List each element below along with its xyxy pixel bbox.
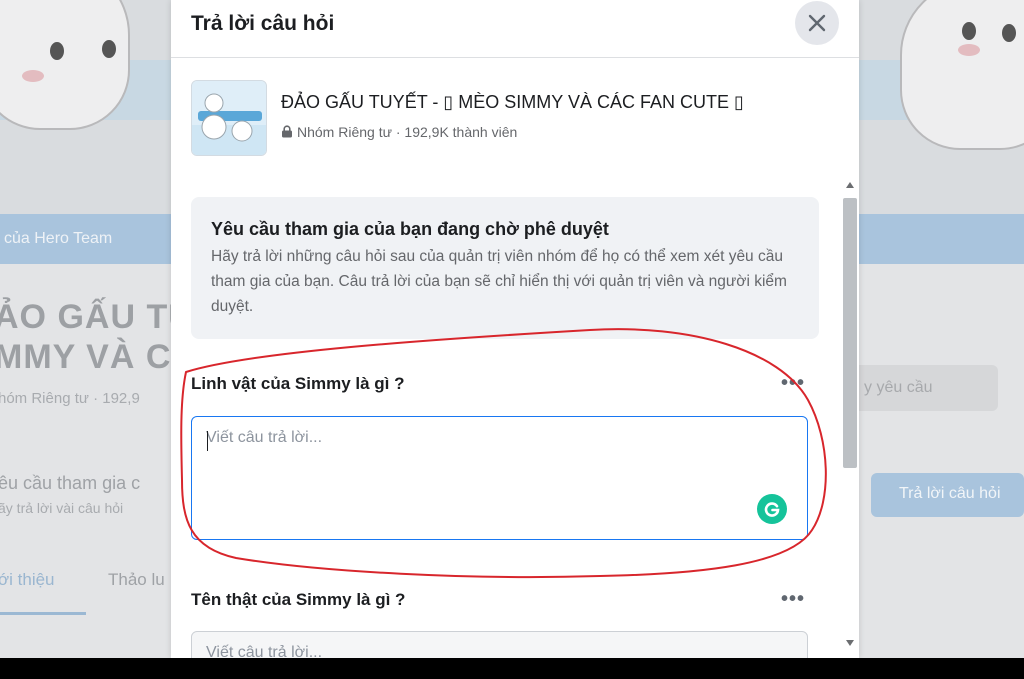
question-1-answer-input[interactable]: [192, 417, 807, 539]
group-privacy-members: Nhóm Riêng tư · 192,9K thành viên: [297, 124, 518, 140]
bg-tab-about: ới thiệu: [0, 570, 55, 589]
bg-request-sub: ãy trả lời vài câu hỏi: [0, 500, 124, 516]
bg-field-right: y yêu cầu: [852, 365, 998, 411]
bg-group-meta: hóm Riêng tư · 192,9: [0, 390, 140, 407]
bottom-black-bar: [0, 658, 1024, 679]
question-2-answer-box: [191, 631, 808, 658]
bg-tab-indicator: [0, 612, 86, 615]
pending-approval-notice: Yêu cầu tham gia của bạn đang chờ phê du…: [191, 197, 819, 339]
scroll-thumb[interactable]: [843, 198, 857, 468]
close-button[interactable]: [795, 1, 839, 45]
question-2-more-button[interactable]: •••: [779, 589, 807, 614]
question-1-more-button[interactable]: •••: [779, 373, 807, 398]
grammarly-icon[interactable]: [757, 494, 787, 524]
question-1-answer-box: [191, 416, 808, 540]
question-2-answer-input[interactable]: [192, 632, 807, 658]
cover-caption: của Hero Team: [4, 230, 113, 247]
lock-icon: [282, 125, 292, 138]
scroll-up-arrow-icon[interactable]: [846, 182, 854, 188]
question-2-label: Tên thật của Simmy là gì ?: [191, 590, 406, 609]
notice-body: Hãy trả lời những câu hỏi sau của quản t…: [211, 248, 787, 315]
bg-tab-discussion: Thảo lu: [108, 570, 165, 589]
bear-illustration-left: [0, 0, 130, 130]
notice-title: Yêu cầu tham gia của bạn đang chờ phê du…: [211, 219, 609, 239]
group-meta: Nhóm Riêng tư · 192,9K thành viên: [281, 124, 517, 140]
answer-questions-dialog: Trả lời câu hỏi ĐẢO GẤU TUYẾT - ▯ MÈO SI…: [171, 0, 859, 658]
text-caret: [207, 431, 208, 451]
dialog-scrollbar[interactable]: [842, 178, 859, 658]
grammarly-g-glyph: [764, 502, 780, 517]
close-icon: [808, 14, 826, 32]
dialog-title: Trả lời câu hỏi: [191, 12, 335, 35]
bg-group-title-line1: ẢO GẤU TU: [0, 298, 194, 336]
bear-illustration-right: [900, 0, 1024, 150]
group-name[interactable]: ĐẢO GẤU TUYẾT - ▯ MÈO SIMMY VÀ CÁC FAN C…: [281, 92, 744, 113]
scroll-down-arrow-icon[interactable]: [846, 640, 854, 646]
question-1-label: Linh vật của Simmy là gì ?: [191, 374, 405, 393]
bg-answer-questions-button: Trả lời câu hỏi: [871, 473, 1024, 517]
group-info: ĐẢO GẤU TUYẾT - ▯ MÈO SIMMY VÀ CÁC FAN C…: [191, 80, 831, 160]
bg-group-title-line2: MMY VÀ C: [0, 338, 172, 376]
bg-request-title: êu cầu tham gia c: [0, 473, 141, 493]
group-avatar[interactable]: [191, 80, 267, 156]
group-avatar-image: [192, 81, 266, 155]
dialog-header: Trả lời câu hỏi: [171, 0, 859, 58]
